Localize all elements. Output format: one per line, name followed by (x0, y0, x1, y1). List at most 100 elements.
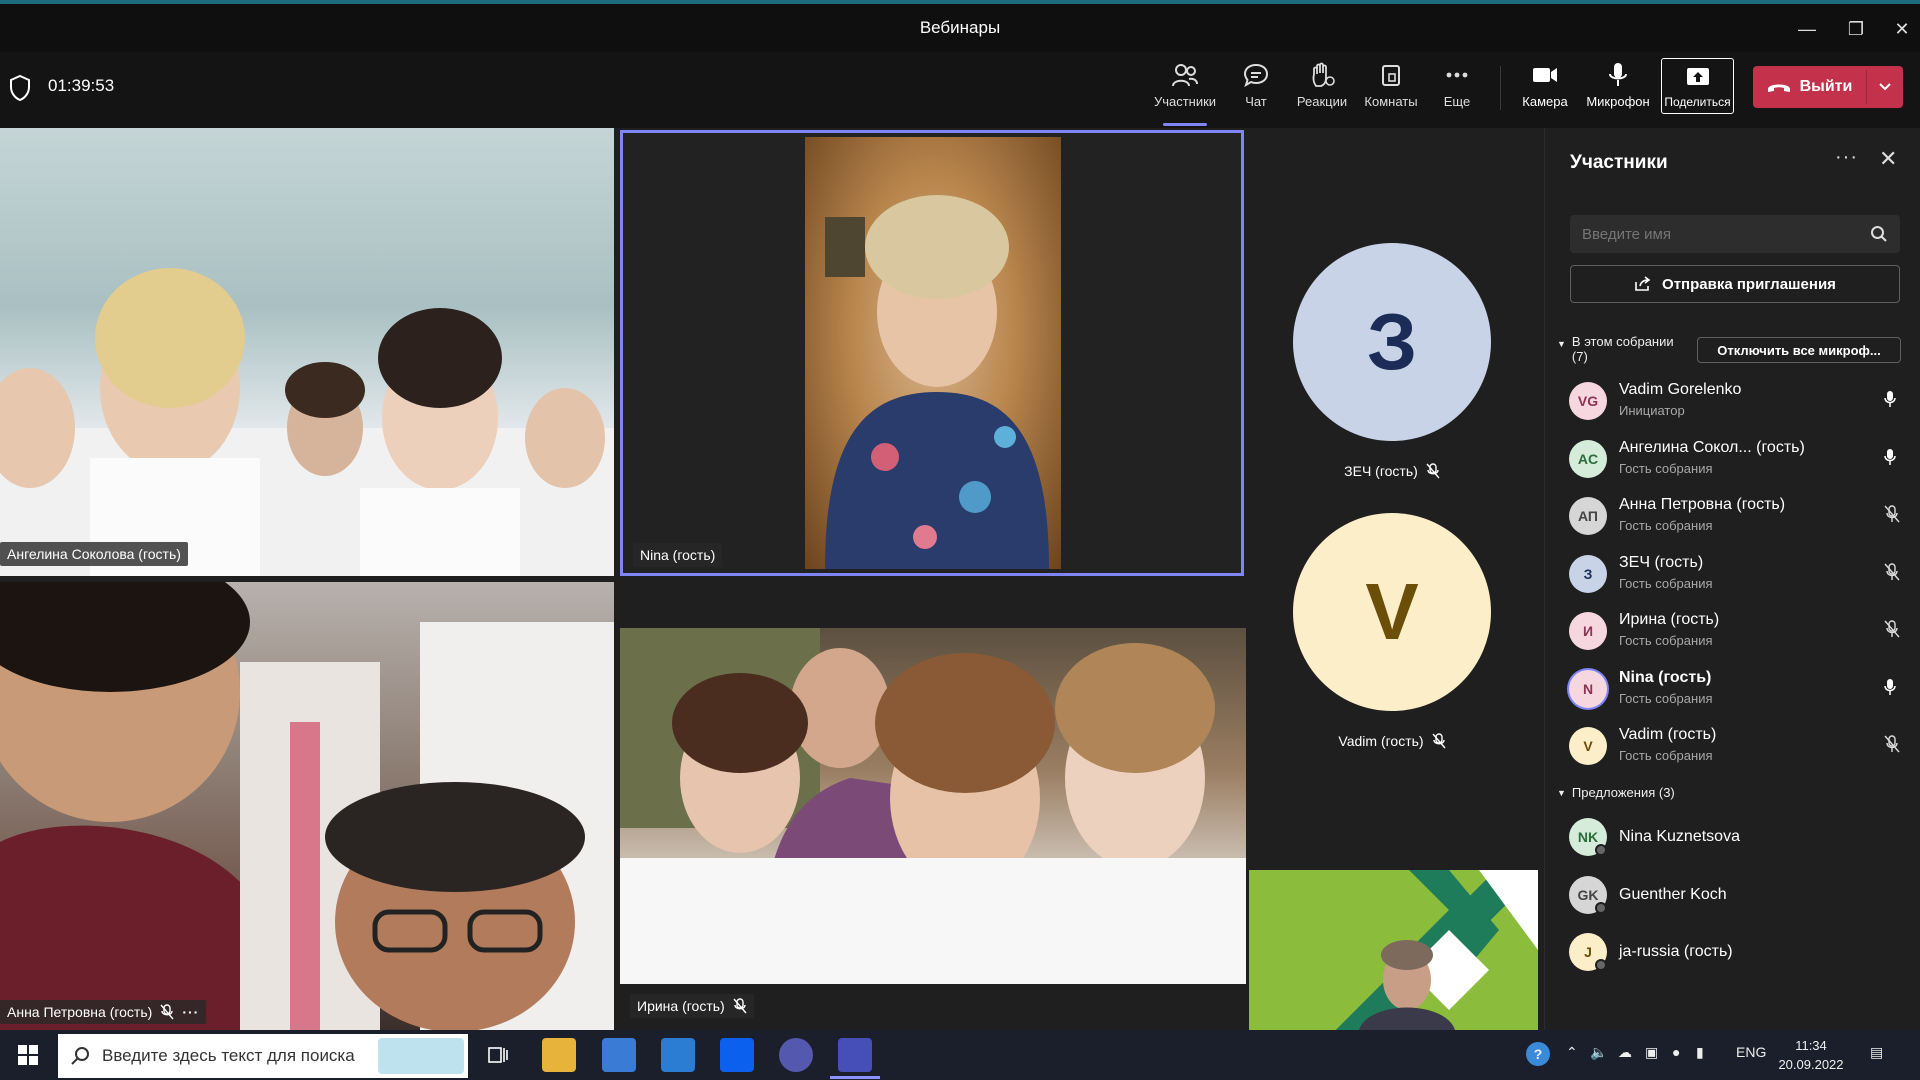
clock-time: 11:34 (1795, 1038, 1827, 1053)
close-window-icon[interactable]: ✕ (1884, 14, 1920, 44)
camera-label: Камера (1522, 94, 1568, 109)
taskbar-clock[interactable]: 11:34 20.09.2022 (1776, 1036, 1846, 1074)
participant-row[interactable]: АП Анна Петровна (гость) Гость собрания (1569, 493, 1909, 545)
mic-tray-icon[interactable]: ● (1672, 1044, 1680, 1060)
leave-options-button[interactable] (1867, 66, 1903, 108)
help-icon[interactable]: ? (1526, 1042, 1550, 1066)
mic-button[interactable]: Микрофон (1583, 62, 1653, 120)
section-title: В этом собрании (1571, 334, 1674, 349)
avatar-tile-vadim[interactable]: V Vadim (гость) (1293, 513, 1491, 749)
battery-icon[interactable]: ▮ (1696, 1044, 1704, 1061)
suggestion-name: Guenther Koch (1619, 885, 1727, 903)
mute-all-button[interactable]: Отключить все микроф... (1697, 337, 1901, 363)
video-feed-image (0, 582, 614, 1030)
participant-row[interactable]: V Vadim (гость) Гость собрания (1569, 723, 1909, 775)
windows-start-icon[interactable] (18, 1045, 38, 1065)
participant-name: Vadim Gorelenko (1619, 381, 1742, 398)
share-screen-icon (1686, 68, 1709, 85)
self-view-tile[interactable] (1249, 870, 1538, 1030)
camera-button[interactable]: Камера (1519, 62, 1571, 120)
ellipsis-icon (1446, 72, 1468, 78)
invite-button[interactable]: Отправка приглашения (1570, 265, 1900, 303)
suggestion-name: ja-russia (гость) (1619, 943, 1733, 960)
minimize-icon[interactable]: — (1789, 14, 1825, 44)
people-icon (1172, 64, 1198, 87)
taskbar-search[interactable]: Введите здесь текст для поиска (58, 1034, 468, 1078)
search-icon (71, 1047, 89, 1065)
participants-label: Участники (1153, 94, 1217, 109)
chat-button[interactable]: Чат (1238, 62, 1274, 120)
video-tile-anna[interactable]: Анна Петровна (гость) ··· (0, 582, 614, 1030)
notifications-icon[interactable]: ▤ (1870, 1044, 1883, 1061)
participants-button[interactable]: Участники (1148, 62, 1222, 126)
suggestion-row[interactable]: Jja-russia (гость) (1569, 929, 1909, 981)
chevron-up-icon[interactable]: ⌃ (1566, 1044, 1578, 1061)
window-title: Вебинары (919, 18, 1001, 37)
suggestions-section-header[interactable]: ▼ Предложения (3) (1557, 785, 1675, 800)
in-meeting-section-header[interactable]: ▼ В этом собрании (7) (1557, 334, 1674, 364)
reactions-button[interactable]: Реакции (1293, 62, 1351, 120)
video-tile-irina[interactable] (620, 628, 1246, 984)
search-input[interactable] (1582, 225, 1870, 243)
caret-down-icon: ▼ (1557, 339, 1566, 349)
restore-icon[interactable]: ❐ (1838, 14, 1874, 44)
avatar-initials: NK (1577, 829, 1599, 845)
avatar: И (1569, 612, 1607, 650)
avatar-initials: AC (1577, 450, 1599, 467)
volume-icon[interactable]: 🔈 (1590, 1044, 1607, 1061)
teams-icon[interactable] (838, 1038, 872, 1072)
suggestion-name: Nina Kuznetsova (1619, 828, 1740, 845)
microphone-icon (1883, 448, 1897, 471)
more-button[interactable]: Еще (1437, 62, 1477, 120)
section-title: Предложения (3) (1571, 785, 1675, 800)
rooms-button[interactable]: Комнаты (1361, 62, 1421, 120)
panel-close-icon[interactable]: ✕ (1879, 146, 1897, 172)
language-indicator[interactable]: ENG (1736, 1044, 1766, 1060)
panel-more-icon[interactable]: ··· (1835, 146, 1858, 169)
video-feed-image (1359, 870, 1538, 1030)
video-feed-image (0, 268, 614, 576)
store-icon[interactable] (602, 1038, 636, 1072)
teams-chat-icon[interactable] (779, 1038, 813, 1072)
search-icon[interactable] (1870, 225, 1888, 243)
active-app-indicator (830, 1076, 880, 1079)
microphone-icon (1883, 390, 1897, 413)
video-tile-angelina[interactable]: Ангелина Соколова (гость) (0, 128, 614, 576)
more-label: Еще (1443, 94, 1471, 109)
title-bar: Вебинары — ❐ ✕ (0, 0, 1920, 52)
chevron-down-icon (1879, 83, 1891, 91)
suggestion-row[interactable]: NK Nina Kuznetsova (1569, 814, 1909, 866)
participant-row[interactable]: VG Vadim Gorelenko Инициатор (1569, 378, 1909, 430)
tile-name-label: Nina (гость) (633, 543, 723, 567)
search-highlight-image (378, 1038, 464, 1074)
shield-icon[interactable] (8, 74, 32, 102)
leave-label: Выйти (1799, 78, 1853, 95)
participant-row[interactable]: З ЗЕЧ (гость) Гость собрания (1569, 551, 1909, 603)
participant-row[interactable]: И Ирина (гость) Гость собрания (1569, 608, 1909, 660)
tile-name-text: Nina (гость) (640, 547, 716, 563)
participant-role: Инициатор (1619, 403, 1685, 418)
video-tile-nina[interactable]: Nina (гость) (620, 130, 1244, 576)
leave-button[interactable]: Выйти (1753, 66, 1865, 108)
mail-icon[interactable] (661, 1038, 695, 1072)
tile-more-icon[interactable]: ··· (182, 1004, 199, 1020)
tile-name-label: Анна Петровна (гость) ··· (0, 1000, 207, 1024)
file-explorer-icon[interactable] (542, 1038, 576, 1072)
monitor-icon[interactable]: ▣ (1645, 1044, 1658, 1061)
dropbox-icon[interactable] (720, 1038, 754, 1072)
participant-row[interactable]: AC Ангелина Сокол... (гость) Гость собрани… (1569, 436, 1909, 488)
participant-role: Гость собрания (1619, 460, 1713, 476)
cloud-icon[interactable]: ☁ (1618, 1044, 1632, 1061)
section-count: (7) (1571, 349, 1588, 364)
participant-row[interactable]: N Nina (гость) Гость собрания (1569, 666, 1909, 718)
participant-role: Гость собрания (1619, 633, 1713, 648)
suggestion-row[interactable]: GK Guenther Koch (1569, 872, 1909, 924)
avatar-tile-zech[interactable]: З ЗЕЧ (гость) (1293, 243, 1491, 479)
rooms-label: Комнаты (1364, 94, 1418, 109)
mic-off-icon (1883, 562, 1901, 586)
leave-control: Выйти (1753, 66, 1903, 108)
clock-date: 20.09.2022 (1778, 1057, 1844, 1072)
taskbar-search-placeholder: Введите здесь текст для поиска (102, 1046, 355, 1065)
task-view-icon[interactable] (487, 1044, 509, 1066)
share-button[interactable]: Поделиться (1661, 58, 1734, 114)
